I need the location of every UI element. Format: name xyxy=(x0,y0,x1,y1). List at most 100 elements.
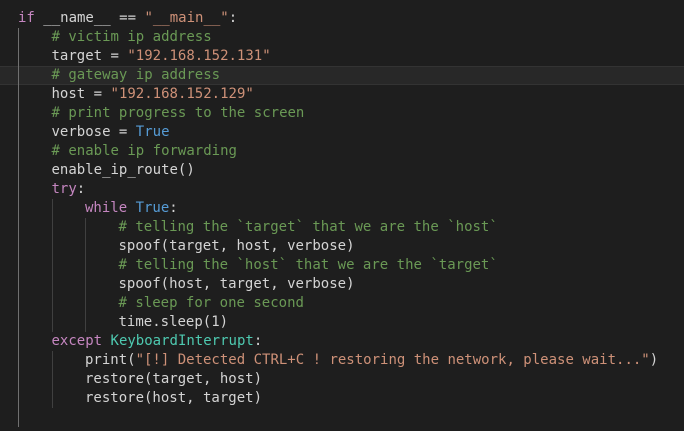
code-editor[interactable]: if __name__ == "__main__": # victim ip ad… xyxy=(0,0,684,431)
indent-guide xyxy=(51,199,53,218)
token-string: "[!] Detected CTRL+C ! restoring the net… xyxy=(135,352,650,368)
code-text: time.sleep(1) xyxy=(119,313,229,332)
code-line[interactable]: except KeyboardInterrupt: xyxy=(0,332,684,351)
token-comment: # telling the `host` that we are the `ta… xyxy=(118,257,498,273)
code-line[interactable]: # telling the `target` that we are the `… xyxy=(0,218,684,237)
code-text: restore(host, target) xyxy=(85,389,262,408)
code-line[interactable]: while True: xyxy=(0,199,684,218)
indent-guide xyxy=(18,66,19,85)
code-line[interactable]: restore(target, host) xyxy=(0,370,684,389)
indent-guide xyxy=(51,351,53,370)
token-plain: time.sleep(1) xyxy=(118,314,229,330)
code-line[interactable]: try: xyxy=(0,180,684,199)
indent-guide xyxy=(18,313,19,332)
indent-guide xyxy=(51,237,53,256)
token-plain: print( xyxy=(85,352,136,368)
code-line[interactable]: # telling the `host` that we are the `ta… xyxy=(0,256,684,275)
code-line[interactable]: time.sleep(1) xyxy=(0,313,684,332)
code-line[interactable]: spoof(target, host, verbose) xyxy=(0,237,684,256)
code-text: # sleep for one second xyxy=(119,294,304,313)
token-comment: # sleep for one second xyxy=(118,295,304,311)
indent-guide xyxy=(51,294,53,313)
token-plain: verbose = xyxy=(51,124,136,140)
indent-guide xyxy=(18,408,19,427)
code-line[interactable]: # victim ip address xyxy=(0,28,684,47)
token-plain: spoof(target, host, verbose) xyxy=(118,238,355,254)
code-line[interactable]: print("[!] Detected CTRL+C ! restoring t… xyxy=(0,351,684,370)
token-plain: : xyxy=(253,333,263,349)
indent-guide xyxy=(51,313,53,332)
indent-guide xyxy=(18,218,19,237)
code-text: # victim ip address xyxy=(52,28,212,47)
indent-guide xyxy=(85,218,86,237)
token-plain: enable_ip_route() xyxy=(51,162,195,178)
token-builtin: True xyxy=(135,124,170,140)
token-comment: # telling the `target` that we are the `… xyxy=(118,219,498,235)
indent-guide xyxy=(18,275,19,294)
code-line[interactable]: verbose = True xyxy=(0,123,684,142)
code-text: # telling the `host` that we are the `ta… xyxy=(119,256,498,275)
token-keyword: while xyxy=(85,200,136,216)
token-plain: : xyxy=(169,200,178,216)
token-plain: host = xyxy=(51,86,111,102)
indent-guide xyxy=(18,199,19,218)
indent-guide xyxy=(51,256,53,275)
code-text: if __name__ == "__main__": xyxy=(18,9,237,28)
code-line[interactable]: if __name__ == "__main__": xyxy=(0,9,684,28)
code-text: while True: xyxy=(85,199,178,218)
indent-guide xyxy=(18,332,19,351)
indent-guide xyxy=(18,28,19,47)
code-text: # gateway ip address xyxy=(52,66,221,85)
token-type: KeyboardInterrupt xyxy=(110,333,254,349)
token-string: "192.168.152.129" xyxy=(110,86,254,102)
code-line[interactable]: spoof(host, target, verbose) xyxy=(0,275,684,294)
token-plain: restore(host, target) xyxy=(85,390,263,406)
indent-guide xyxy=(85,313,86,332)
indent-guide xyxy=(18,47,19,66)
code-line[interactable] xyxy=(0,408,684,427)
token-string: "__main__" xyxy=(144,10,229,26)
indent-guide xyxy=(18,180,19,199)
token-plain: : xyxy=(228,10,238,26)
indent-guide xyxy=(85,275,86,294)
indent-guide xyxy=(18,142,19,161)
code-text: except KeyboardInterrupt: xyxy=(52,332,263,351)
token-builtin: True xyxy=(135,200,170,216)
code-text: enable_ip_route() xyxy=(52,161,195,180)
indent-guide xyxy=(18,85,19,104)
token-plain: : xyxy=(76,181,86,197)
indent-guide xyxy=(85,256,86,275)
indent-guide xyxy=(18,294,19,313)
token-comment: # enable ip forwarding xyxy=(51,143,237,159)
code-text: spoof(target, host, verbose) xyxy=(119,237,355,256)
code-text: # print progress to the screen xyxy=(52,104,305,123)
token-comment: # print progress to the screen xyxy=(51,105,305,121)
indent-guide xyxy=(85,294,86,313)
indent-guide xyxy=(18,104,19,123)
token-comment: # gateway ip address xyxy=(51,67,221,83)
code-text: target = "192.168.152.131" xyxy=(52,47,271,66)
indent-guide xyxy=(51,389,53,408)
code-line[interactable]: # enable ip forwarding xyxy=(0,142,684,161)
code-line[interactable]: target = "192.168.152.131" xyxy=(0,47,684,66)
code-line[interactable]: restore(host, target) xyxy=(0,389,684,408)
code-text: restore(target, host) xyxy=(85,370,262,389)
code-line[interactable]: host = "192.168.152.129" xyxy=(0,85,684,104)
indent-guide xyxy=(18,123,19,142)
code-line[interactable]: # print progress to the screen xyxy=(0,104,684,123)
indent-guide xyxy=(51,218,53,237)
indent-guide xyxy=(18,351,19,370)
indent-guide xyxy=(18,370,19,389)
indent-guide xyxy=(18,256,19,275)
token-comment: # victim ip address xyxy=(51,29,212,45)
code-text: verbose = True xyxy=(52,123,170,142)
code-line[interactable]: # sleep for one second xyxy=(0,294,684,313)
indent-guide xyxy=(51,370,53,389)
code-text: host = "192.168.152.129" xyxy=(52,85,254,104)
token-keyword: except xyxy=(51,333,111,349)
code-text: # telling the `target` that we are the `… xyxy=(119,218,498,237)
code-line[interactable]: enable_ip_route() xyxy=(0,161,684,180)
token-plain: ) xyxy=(649,352,659,368)
token-keyword: try xyxy=(51,181,77,197)
code-line[interactable]: # gateway ip address xyxy=(0,66,684,85)
